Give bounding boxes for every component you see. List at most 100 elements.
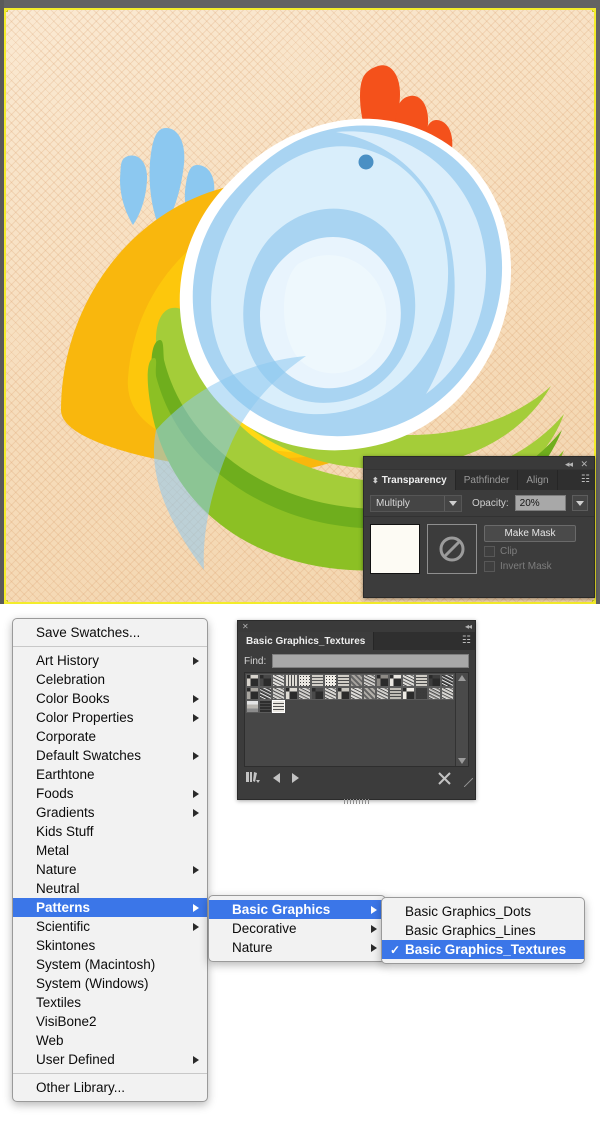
menu-item-system-windows[interactable]: System (Windows) [13, 974, 207, 993]
swatch-cell[interactable] [259, 700, 272, 713]
clip-row[interactable]: Clip [484, 546, 576, 557]
swatch-cell[interactable] [363, 687, 376, 700]
swatch-cell[interactable] [246, 687, 259, 700]
swatch-cell[interactable] [428, 687, 441, 700]
swatch-libraries-menu[interactable]: Save Swatches... Art History Celebration C… [12, 618, 208, 1102]
menu-item-nature[interactable]: Nature [13, 860, 207, 879]
swatch-cell[interactable] [298, 674, 311, 687]
submenu-item-nature[interactable]: Nature [209, 938, 385, 957]
swatch-cell[interactable] [285, 687, 298, 700]
swatch-cell[interactable] [350, 674, 363, 687]
selection-handle-bl[interactable] [6, 600, 8, 602]
submenu-item-basic-graphics-lines[interactable]: Basic Graphics_Lines [382, 921, 584, 940]
menu-item-other-library[interactable]: Other Library... [13, 1078, 207, 1097]
swatch-cell[interactable] [415, 687, 428, 700]
swatch-cell[interactable] [246, 700, 259, 713]
close-icon[interactable]: ✕ [242, 621, 249, 632]
make-mask-button[interactable]: Make Mask [484, 525, 576, 542]
swatch-cell[interactable] [441, 674, 454, 687]
menu-item-gradients[interactable]: Gradients [13, 803, 207, 822]
panel-menu-icon[interactable]: ☷ [581, 474, 590, 485]
opacity-chevron-down-icon[interactable] [571, 495, 588, 511]
swatch-cell[interactable] [259, 687, 272, 700]
transparency-panel[interactable]: ◂◂ ✕ ⬍ Transparency Pathfinder Align ☷ M… [363, 456, 595, 598]
tab-pathfinder[interactable]: Pathfinder [455, 470, 519, 490]
menu-item-user-defined[interactable]: User Defined [13, 1050, 207, 1069]
swatch-cell[interactable] [246, 674, 259, 687]
object-thumbnail[interactable] [370, 524, 420, 574]
menu-item-foods[interactable]: Foods [13, 784, 207, 803]
submenu-item-basic-graphics-dots[interactable]: Basic Graphics_Dots [382, 902, 584, 921]
swatch-cell[interactable] [441, 687, 454, 700]
panel-menu-icon[interactable]: ☷ [462, 635, 471, 646]
swatch-cell[interactable] [415, 674, 428, 687]
swatch-cell[interactable] [389, 674, 402, 687]
tab-transparency[interactable]: ⬍ Transparency [364, 470, 456, 490]
swatch-cell[interactable] [337, 674, 350, 687]
swatch-cell[interactable] [298, 687, 311, 700]
menu-item-color-properties[interactable]: Color Properties [13, 708, 207, 727]
swatch-cell[interactable] [402, 687, 415, 700]
swatch-grid[interactable] [245, 673, 455, 766]
menu-item-kids-stuff[interactable]: Kids Stuff [13, 822, 207, 841]
menu-item-corporate[interactable]: Corporate [13, 727, 207, 746]
collapse-icon[interactable]: ◂◂ [565, 458, 573, 470]
scroll-up-icon[interactable] [458, 675, 466, 681]
submenu-item-decorative[interactable]: Decorative [209, 919, 385, 938]
transparency-panel-titlebar[interactable]: ◂◂ ✕ [364, 457, 594, 470]
swatch-cell[interactable] [402, 674, 415, 687]
menu-item-neutral[interactable]: Neutral [13, 879, 207, 898]
tab-align[interactable]: Align [518, 470, 558, 490]
find-input[interactable] [272, 654, 469, 668]
mask-thumbnail[interactable] [427, 524, 477, 574]
blend-mode-select[interactable]: Multiply [370, 494, 462, 512]
menu-item-textiles[interactable]: Textiles [13, 993, 207, 1012]
submenu-item-basic-graphics[interactable]: Basic Graphics [209, 900, 385, 919]
swatch-cell[interactable] [376, 674, 389, 687]
menu-item-scientific[interactable]: Scientific [13, 917, 207, 936]
menu-item-visibone2[interactable]: VisiBone2 [13, 1012, 207, 1031]
clip-checkbox[interactable] [484, 546, 495, 557]
swatch-cell[interactable] [337, 687, 350, 700]
swatch-cell[interactable] [363, 674, 376, 687]
selection-handle-tr[interactable] [592, 10, 594, 12]
opacity-input[interactable]: 20% [514, 495, 566, 511]
menu-item-web[interactable]: Web [13, 1031, 207, 1050]
swatch-cell[interactable] [324, 687, 337, 700]
menu-item-metal[interactable]: Metal [13, 841, 207, 860]
swatch-cell[interactable] [311, 687, 324, 700]
previous-library-arrow[interactable] [273, 772, 280, 783]
selection-handle-tl[interactable] [6, 10, 8, 12]
chevron-down-icon[interactable] [443, 495, 461, 511]
collapse-icon[interactable]: ◂◂ [465, 621, 472, 632]
close-icon[interactable]: ✕ [580, 458, 588, 470]
menu-item-default-swatches[interactable]: Default Swatches [13, 746, 207, 765]
tab-basic-graphics-textures[interactable]: Basic Graphics_Textures [238, 632, 375, 650]
swatch-cell[interactable] [428, 674, 441, 687]
swatch-cell[interactable] [272, 674, 285, 687]
invert-mask-row[interactable]: Invert Mask [484, 561, 576, 572]
menu-item-color-books[interactable]: Color Books [13, 689, 207, 708]
swatch-panel-titlebar[interactable]: ✕ ◂◂ [238, 621, 475, 632]
swatch-cell[interactable] [350, 687, 363, 700]
scroll-down-icon[interactable] [458, 758, 466, 764]
resize-grip-icon[interactable] [464, 778, 473, 787]
delete-swatch-icon[interactable] [438, 772, 451, 785]
menu-item-art-history[interactable]: Art History [13, 651, 207, 670]
swatch-cell[interactable] [324, 674, 337, 687]
swatch-cell[interactable] [389, 687, 402, 700]
menu-item-save-swatches[interactable]: Save Swatches... [13, 623, 207, 642]
swatch-cell[interactable] [272, 687, 285, 700]
swatch-library-panel[interactable]: ✕ ◂◂ Basic Graphics_Textures ☷ Find: [237, 620, 476, 804]
menu-item-celebration[interactable]: Celebration [13, 670, 207, 689]
menu-item-patterns[interactable]: Patterns [13, 898, 207, 917]
menu-item-earthtone[interactable]: Earthtone [13, 765, 207, 784]
swatch-cell[interactable] [376, 687, 389, 700]
menu-item-system-macintosh[interactable]: System (Macintosh) [13, 955, 207, 974]
swatch-cell[interactable] [259, 674, 272, 687]
swatch-cell[interactable] [311, 674, 324, 687]
selection-handle-br[interactable] [592, 600, 594, 602]
invert-mask-checkbox[interactable] [484, 561, 495, 572]
swatch-cell[interactable] [285, 674, 298, 687]
menu-item-skintones[interactable]: Skintones [13, 936, 207, 955]
